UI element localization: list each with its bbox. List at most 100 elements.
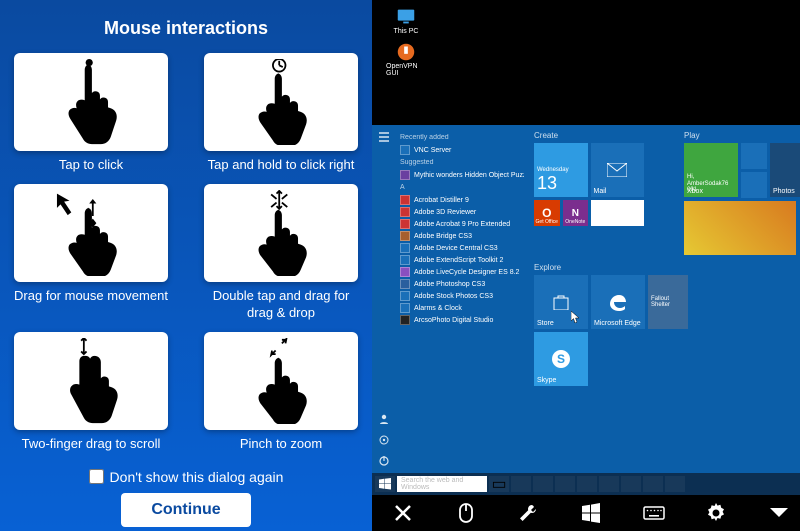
power-icon[interactable] <box>378 455 390 467</box>
tile-edge[interactable]: Microsoft Edge <box>591 275 645 329</box>
tile-small-2[interactable] <box>741 172 767 198</box>
app-item[interactable]: ArcsoPhoto Digital Studio <box>400 314 524 326</box>
dont-show-checkbox[interactable]: Don't show this dialog again <box>89 469 284 485</box>
group-explore[interactable]: Explore <box>534 263 694 272</box>
mouse-icon <box>459 503 473 523</box>
app-item[interactable]: Adobe ExtendScript Toolkit 2 <box>400 254 524 266</box>
gesture-card-double-tap <box>204 184 358 282</box>
tile-small-1[interactable] <box>741 143 767 169</box>
taskbar-app[interactable] <box>599 476 619 492</box>
taskbar-search[interactable]: Search the web and Windows <box>397 476 487 492</box>
gesture-card-two-finger <box>14 332 168 430</box>
tile-photos[interactable]: Photos <box>770 143 800 197</box>
tile-calendar[interactable]: Wednesday 13 <box>534 143 588 197</box>
tile-xbox[interactable]: Hi, AmberSodak76 091 Xbox <box>684 143 738 197</box>
app-item[interactable]: VNC Server <box>400 144 524 156</box>
edge-icon <box>608 292 628 312</box>
hand-two-finger-icon <box>56 338 126 424</box>
gear-icon <box>706 503 726 523</box>
client-toolbar <box>372 495 800 531</box>
taskbar-app[interactable] <box>533 476 553 492</box>
gesture-label: Pinch to zoom <box>240 436 322 453</box>
openvpn-icon <box>395 41 417 63</box>
start-tiles: Create Wednesday 13 Mail O <box>528 125 800 473</box>
dont-show-input[interactable] <box>89 469 104 484</box>
hamburger-icon[interactable] <box>378 131 390 143</box>
svg-text:S: S <box>557 352 565 366</box>
toolbar-settings-button[interactable] <box>704 501 728 525</box>
tutorial-dialog: Mouse interactions Tap to click Tap an <box>0 0 372 531</box>
app-item[interactable]: Alarms & Clock <box>400 302 524 314</box>
hand-drag-icon <box>49 190 133 276</box>
windows-logo-icon <box>379 478 391 490</box>
app-item[interactable]: Adobe LiveCycle Designer ES 8.2 <box>400 266 524 278</box>
gesture-card-drag <box>14 184 168 282</box>
tile-store[interactable]: Store <box>534 275 588 329</box>
start-app-list[interactable]: Recently added VNC Server Suggested Myth… <box>396 125 528 473</box>
gesture-pinch: Pinch to zoom <box>204 332 358 453</box>
tile-game[interactable] <box>591 200 644 226</box>
hand-pinch-icon <box>246 338 316 424</box>
skype-icon: S <box>550 348 572 370</box>
tile-onenote[interactable]: N OneNote <box>563 200 589 226</box>
gesture-label: Tap and hold to click right <box>208 157 355 174</box>
suggested-h: Suggested <box>400 159 524 166</box>
tile-get-office[interactable]: O Get Office <box>534 200 560 226</box>
toolbar-close-button[interactable] <box>391 501 415 525</box>
tile-mail[interactable]: Mail <box>591 143 645 197</box>
keyboard-icon <box>643 506 665 520</box>
app-item[interactable]: Adobe Acrobat 9 Pro Extended <box>400 218 524 230</box>
taskbar-taskview[interactable]: ▭ <box>489 476 509 492</box>
taskbar-app[interactable] <box>665 476 685 492</box>
gesture-label: Double tap and drag for drag & drop <box>204 288 358 322</box>
app-item[interactable]: Adobe Stock Photos CS3 <box>400 290 524 302</box>
tile-skype[interactable]: S Skype <box>534 332 588 386</box>
letter-a[interactable]: A <box>400 184 524 191</box>
settings-rail-icon[interactable] <box>378 434 390 446</box>
remote-screen: This PC OpenVPN GUI Recently added VNC S… <box>372 0 800 531</box>
tile-asphalt[interactable] <box>684 201 796 255</box>
remote-taskbar[interactable]: Search the web and Windows ▭ <box>372 473 800 495</box>
group-play[interactable]: Play <box>684 131 800 140</box>
desktop-icon-this-pc[interactable]: This PC <box>386 6 426 35</box>
app-item[interactable]: Acrobat Distiller 9 <box>400 194 524 206</box>
taskbar-start-button[interactable] <box>375 476 395 492</box>
windows-icon <box>581 503 601 523</box>
taskbar-app[interactable] <box>621 476 641 492</box>
app-item[interactable]: Mythic wonders Hidden Object Puzzle <box>400 169 524 181</box>
toolbar-mouse-button[interactable] <box>454 501 478 525</box>
toolbar-keyboard-button[interactable] <box>642 501 666 525</box>
gesture-two-finger-scroll: Two-finger drag to scroll <box>14 332 168 453</box>
gesture-card-tap <box>14 53 168 151</box>
start-menu: Recently added VNC Server Suggested Myth… <box>372 125 800 473</box>
continue-button[interactable]: Continue <box>121 493 250 527</box>
toolbar-collapse-button[interactable] <box>767 501 791 525</box>
cursor-icon <box>571 311 580 323</box>
tile-fallout[interactable]: Fallout Shelter <box>648 275 688 329</box>
user-icon[interactable] <box>378 413 390 425</box>
gesture-drag: Drag for mouse movement <box>14 184 168 322</box>
app-item[interactable]: Adobe Device Central CS3 <box>400 242 524 254</box>
start-rail <box>372 125 396 473</box>
gesture-label: Two-finger drag to scroll <box>22 436 161 453</box>
app-item[interactable]: Adobe Photoshop CS3 <box>400 278 524 290</box>
chevron-down-icon <box>769 507 789 519</box>
taskbar-app[interactable] <box>577 476 597 492</box>
tutorial-title: Mouse interactions <box>104 18 268 39</box>
taskbar-app[interactable] <box>555 476 575 492</box>
gesture-label: Tap to click <box>59 157 123 174</box>
group-create[interactable]: Create <box>534 131 644 140</box>
app-item[interactable]: Adobe 3D Reviewer <box>400 206 524 218</box>
desktop-icon-openvpn[interactable]: OpenVPN GUI <box>386 41 426 77</box>
hand-tap-icon <box>56 59 126 145</box>
taskbar-app[interactable] <box>511 476 531 492</box>
app-item[interactable]: Adobe Bridge CS3 <box>400 230 524 242</box>
taskbar-app[interactable] <box>643 476 663 492</box>
gesture-tap: Tap to click <box>14 53 168 174</box>
remote-desktop[interactable]: This PC OpenVPN GUI <box>372 0 800 125</box>
mail-icon <box>607 163 627 177</box>
toolbar-tools-button[interactable] <box>516 501 540 525</box>
gesture-label: Drag for mouse movement <box>14 288 168 305</box>
close-icon <box>394 504 412 522</box>
toolbar-windows-button[interactable] <box>579 501 603 525</box>
